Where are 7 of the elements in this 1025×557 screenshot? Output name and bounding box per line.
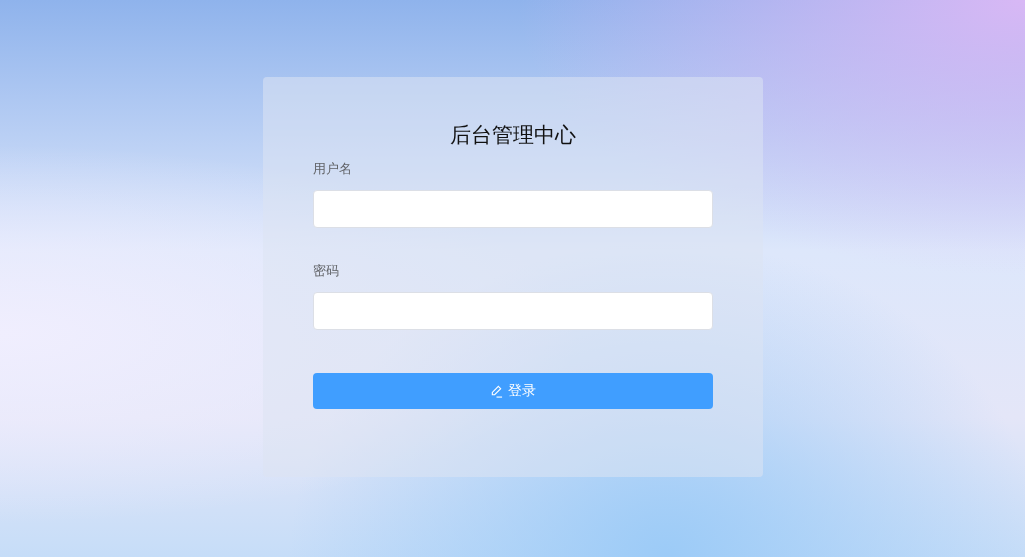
input-field[interactable] — [312, 190, 713, 228]
field-label: 用户名 — [312, 160, 352, 178]
input-field[interactable] — [312, 292, 713, 330]
field-label: 密码 — [312, 262, 339, 280]
login-button[interactable]: 登录 — [312, 373, 713, 409]
pen-icon — [489, 384, 503, 398]
page-title: 后台管理中心 — [448, 122, 577, 149]
